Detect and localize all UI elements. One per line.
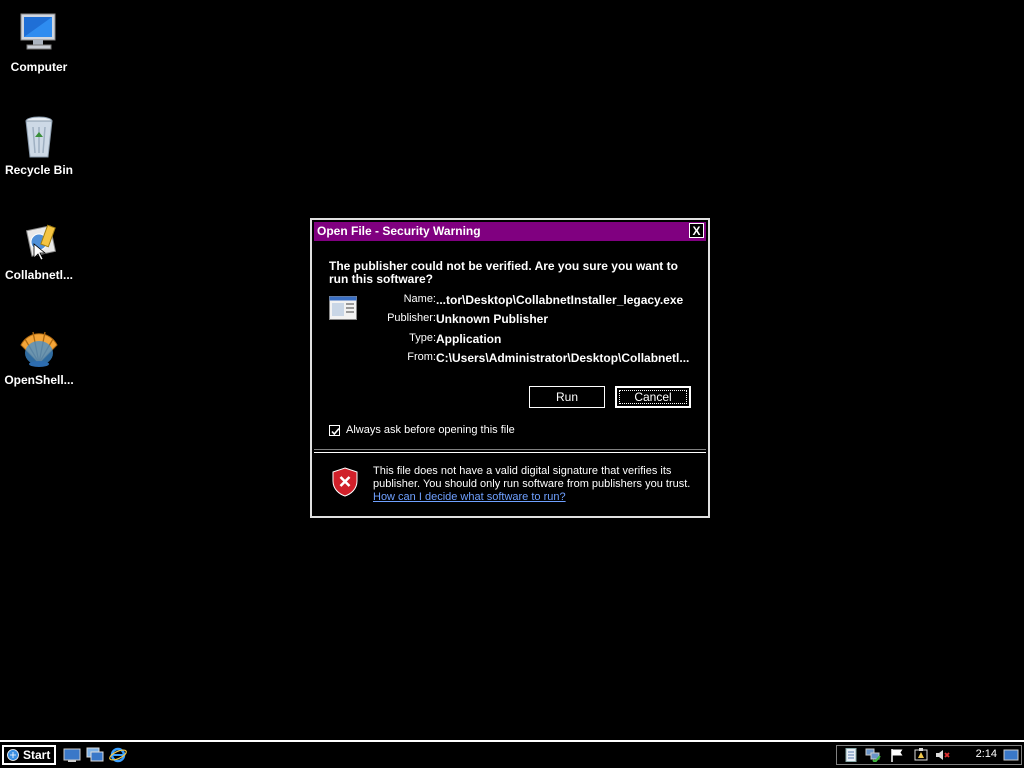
desktop-icon-label: Recycle Bin: [4, 163, 74, 177]
help-link[interactable]: How can I decide what software to run?: [373, 491, 566, 503]
dialog-title: Open File - Security Warning: [317, 224, 481, 238]
info-key: Publisher:: [387, 312, 436, 324]
taskbar: Start 2:14: [0, 740, 1024, 768]
info-value-type: Application: [436, 332, 502, 346]
dialog-divider: [314, 449, 706, 453]
system-tray: 2:14: [836, 745, 1022, 765]
document-icon[interactable]: [843, 748, 859, 762]
internet-explorer-icon[interactable]: [109, 747, 127, 763]
warning-text: This file does not have a valid digital …: [373, 465, 691, 490]
run-button-label: Run: [555, 390, 578, 404]
info-row-from: From: C:\Users\Administrator\Desktop\Col…: [352, 351, 702, 367]
power-icon[interactable]: [913, 748, 929, 762]
cancel-button[interactable]: Cancel: [615, 386, 691, 408]
close-button[interactable]: X: [689, 223, 704, 238]
desktop-icon-collabnet-installer[interactable]: Collabnetl...: [0, 218, 78, 282]
network-icon[interactable]: [865, 748, 881, 762]
info-key: Type:: [409, 332, 436, 344]
desktop-icon-label: OpenShell...: [4, 373, 74, 387]
desktop-icon-label: Collabnetl...: [4, 268, 73, 282]
info-key: Name:: [403, 293, 436, 305]
run-button[interactable]: Run: [529, 386, 605, 408]
info-value-publisher: Unknown Publisher: [436, 312, 549, 326]
desktop-icon-label: Computer: [10, 60, 68, 74]
warning-message: This file does not have a valid digital …: [373, 465, 698, 504]
recycle-bin-icon: [25, 116, 53, 158]
desktop: Computer Recycle Bin Collabnetl... OpenS…: [0, 0, 1024, 740]
volume-muted-icon[interactable]: [935, 748, 951, 762]
start-label: Start: [23, 748, 51, 762]
close-icon: X: [692, 224, 701, 238]
focus-rectangle: [619, 390, 687, 404]
show-desktop-icon[interactable]: [63, 747, 81, 763]
desktop-icon-openshell[interactable]: OpenShell...: [0, 323, 78, 387]
always-ask-checkbox[interactable]: [329, 425, 340, 436]
openshell-icon: [20, 331, 58, 367]
dialog-question: The publisher could not be verified. Are…: [329, 259, 678, 286]
desktop-icon-recycle-bin[interactable]: Recycle Bin: [0, 113, 78, 177]
start-button[interactable]: Start: [2, 745, 56, 765]
always-ask-label: Always ask before opening this file: [346, 424, 515, 436]
dialog-titlebar[interactable]: Open File - Security Warning X: [314, 222, 706, 241]
computer-icon: [20, 13, 56, 50]
info-row-name: Name: ...tor\Desktop\CollabnetInstaller_…: [352, 293, 702, 309]
desktop-icon-computer[interactable]: Computer: [0, 10, 78, 74]
info-row-type: Type: Application: [352, 332, 702, 348]
info-value-from: C:\Users\Administrator\Desktop\Collabnet…: [436, 351, 690, 365]
info-row-publisher: Publisher: Unknown Publisher: [352, 312, 702, 328]
start-orb-icon: [7, 749, 19, 761]
info-value-name: ...tor\Desktop\CollabnetInstaller_legacy…: [436, 293, 684, 307]
show-desktop-tray-icon[interactable]: [1003, 748, 1019, 762]
checkmark-icon: [331, 427, 340, 436]
flag-icon[interactable]: [889, 748, 905, 762]
shield-warning-icon: [332, 467, 358, 497]
clock[interactable]: 2:14: [976, 748, 997, 760]
installer-icon: [25, 224, 57, 261]
switch-windows-icon[interactable]: [86, 747, 104, 763]
security-warning-dialog: Open File - Security Warning X The publi…: [310, 218, 710, 518]
info-key: From:: [407, 351, 436, 363]
